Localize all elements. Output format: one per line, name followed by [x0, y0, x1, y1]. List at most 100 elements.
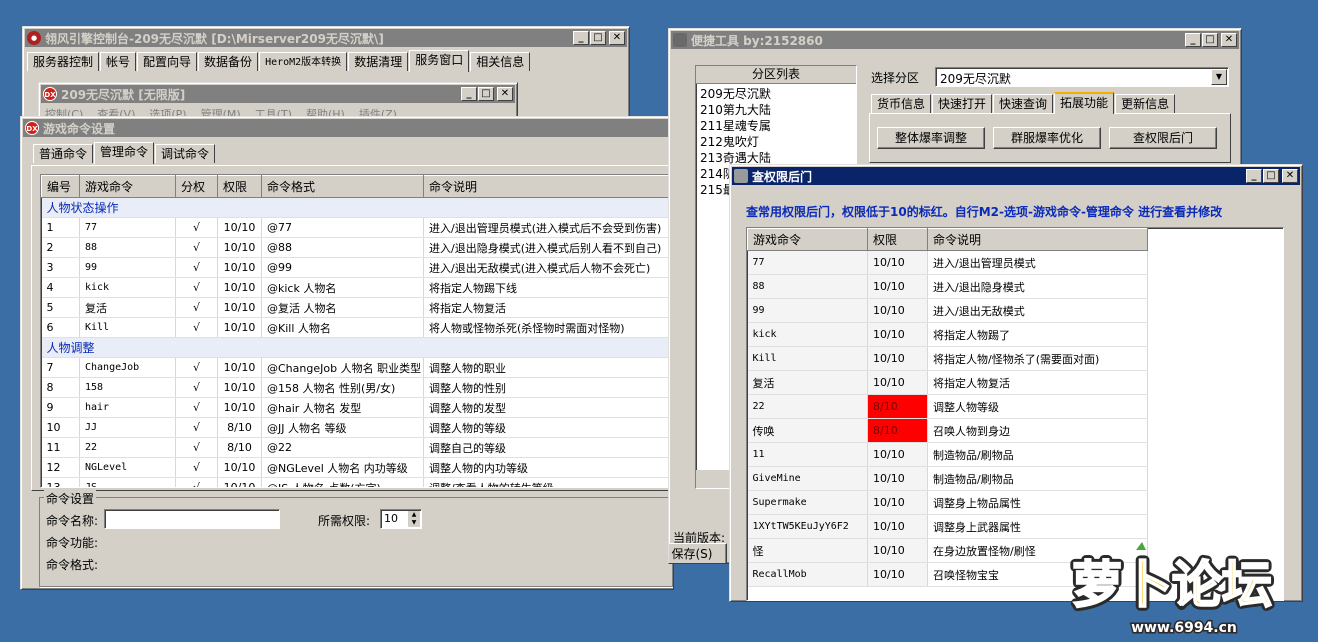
table-row[interactable]: 1XYtTW5KEuJyY6F2 10/10 调整身上武器属性	[747, 514, 1148, 539]
table-row[interactable]: 12 NGLevel √ 10/10 @NGLevel 人物名 内功等级 调整人物的内功等…	[41, 457, 669, 478]
list-item[interactable]: 212鬼吹灯	[700, 134, 852, 150]
close-button[interactable]: ✕	[1221, 33, 1237, 47]
tab-quick-query[interactable]: 快速查询	[993, 94, 1054, 113]
tab-normal-commands[interactable]: 普通命令	[33, 144, 94, 163]
tab-debug-commands[interactable]: 调试命令	[155, 144, 216, 163]
command-name-input[interactable]	[104, 509, 280, 529]
table-row[interactable]: 13 JS √ 10/10 @JS 人物名 点数(方字) 调整/查看人物的转生等级	[41, 477, 669, 487]
list-item[interactable]: 210第九大陆	[700, 102, 852, 118]
col-number[interactable]: 编号	[41, 175, 80, 198]
cell-sub-permission: √	[175, 357, 218, 378]
overall-drop-rate-button[interactable]: 整体爆率调整	[877, 127, 985, 149]
cell-description: 调整人物的职业	[423, 357, 669, 378]
col-sub-permission[interactable]: 分权	[175, 175, 218, 198]
table-row[interactable]: 99 10/10 进入/退出无敌模式	[747, 298, 1148, 323]
tab-currency-info[interactable]: 货币信息	[871, 94, 932, 113]
col-permission[interactable]: 权限	[217, 175, 262, 198]
close-button[interactable]: ✕	[1282, 169, 1298, 183]
group-drop-rate-button[interactable]: 群服爆率优化	[993, 127, 1101, 149]
table-row[interactable]: GiveMine 10/10 制造物品/刷物品	[747, 466, 1148, 491]
table-row[interactable]: 11 10/10 制造物品/刷物品	[747, 442, 1148, 467]
col-command-desc[interactable]: 命令说明	[423, 175, 669, 198]
col-permission[interactable]: 权限	[867, 228, 928, 251]
table-row[interactable]: 2 88 √ 10/10 @88 进入/退出隐身模式(进入模式后别人看不到自己)	[41, 237, 669, 258]
command-name-label: 命令名称:	[46, 514, 99, 528]
table-row[interactable]: 9 hair √ 10/10 @hair 人物名 发型 调整人物的发型	[41, 397, 669, 418]
col-command-desc[interactable]: 命令说明	[927, 228, 1148, 251]
table-row[interactable]: 复活 10/10 将指定人物复活	[747, 370, 1148, 395]
cell-sub-permission: √	[175, 417, 218, 438]
group-row[interactable]: 人物状态操作	[41, 197, 669, 218]
maximize-button[interactable]: □	[1202, 33, 1218, 47]
tab-config-wizard[interactable]: 配置向导	[137, 52, 198, 71]
table-row[interactable]: 6 Kill √ 10/10 @Kill 人物名 将人物或怪物杀死(杀怪物时需面对怪物)	[41, 317, 669, 338]
close-button[interactable]: ✕	[609, 31, 625, 45]
minimize-button[interactable]: _	[1246, 169, 1262, 183]
minimize-button[interactable]: _	[573, 31, 589, 45]
command-settings-titlebar[interactable]: DX 游戏命令设置	[23, 119, 671, 137]
cell-command: 1XYtTW5KEuJyY6F2	[747, 514, 868, 539]
table-row[interactable]: 3 99 √ 10/10 @99 进入/退出无敌模式(进入模式后人物不会死亡)	[41, 257, 669, 278]
table-row[interactable]: 77 10/10 进入/退出管理员模式	[747, 250, 1148, 275]
chevron-down-icon[interactable]: ▼	[1211, 69, 1227, 85]
tab-server-control[interactable]: 服务器控制	[27, 52, 100, 71]
required-permission-label: 所需权限:	[318, 514, 371, 528]
cell-description: 进入/退出管理员模式	[927, 250, 1148, 275]
save-button[interactable]: 保存(S)	[669, 543, 727, 563]
cell-permission: 10/10	[867, 538, 928, 563]
cell-permission: 10/10	[867, 466, 928, 491]
maximize-button[interactable]: □	[590, 31, 606, 45]
table-row[interactable]: 1 77 √ 10/10 @77 进入/退出管理员模式(进入模式后不会受到伤害)	[41, 217, 669, 238]
table-row[interactable]: 22 8/10 调整人物等级	[747, 394, 1148, 419]
console-titlebar[interactable]: ● 翎风引擎控制台-209无尽沉默 [D:\Mirserver209无尽沉默\]…	[25, 29, 627, 47]
col-game-command[interactable]: 游戏命令	[79, 175, 176, 198]
command-table-wrap: 编号 游戏命令 分权 权限 命令格式 命令说明 人物状态操作 1 77 √ 10/10 @…	[40, 174, 670, 488]
backdoor-titlebar[interactable]: 查权限后门 _ □ ✕	[732, 167, 1300, 185]
table-row[interactable]: 5 复活 √ 10/10 @复活 人物名 将指定人物复活	[41, 297, 669, 318]
tab-herom2-convert[interactable]: HeroM2版本转换	[259, 52, 348, 71]
cell-sub-permission: √	[175, 297, 218, 318]
tab-service-window[interactable]: 服务窗口	[409, 50, 470, 72]
table-row[interactable]: Kill 10/10 将指定人物/怪物杀了(需要面对面)	[747, 346, 1148, 371]
spin-up-icon[interactable]: ▲	[408, 511, 420, 519]
table-row[interactable]: 8 158 √ 10/10 @158 人物名 性别(男/女) 调整人物的性别	[41, 377, 669, 398]
command-tabs: 普通命令 管理命令 调试命令	[21, 141, 673, 164]
col-command-format[interactable]: 命令格式	[261, 175, 424, 198]
maximize-button[interactable]: □	[478, 87, 494, 101]
table-row[interactable]: 11 22 √ 8/10 @22 调整自己的等级	[41, 437, 669, 458]
m2-server-titlebar[interactable]: DX 209无尽沉默 [无限版] _ □ ✕	[41, 85, 515, 103]
table-row[interactable]: 4 kick √ 10/10 @kick 人物名 将指定人物踢下线	[41, 277, 669, 298]
table-row[interactable]: 7 ChangeJob √ 10/10 @ChangeJob 人物名 职业类型 调整人物的…	[41, 357, 669, 378]
table-row[interactable]: Supermake 10/10 调整身上物品属性	[747, 490, 1148, 515]
tab-data-cleanup[interactable]: 数据清理	[348, 52, 409, 71]
minimize-button[interactable]: _	[461, 87, 477, 101]
list-item[interactable]: 209无尽沉默	[700, 86, 852, 102]
table-row[interactable]: kick 10/10 将指定人物踢了	[747, 322, 1148, 347]
list-item[interactable]: 211星魂专属	[700, 118, 852, 134]
group-row[interactable]: 人物调整	[41, 337, 669, 358]
tab-data-backup[interactable]: 数据备份	[198, 52, 259, 71]
tab-update-info[interactable]: 更新信息	[1115, 94, 1176, 113]
table-row[interactable]: 88 10/10 进入/退出隐身模式	[747, 274, 1148, 299]
col-game-command[interactable]: 游戏命令	[747, 228, 868, 251]
cell-format: @复活 人物名	[261, 297, 424, 318]
tab-account[interactable]: 帐号	[100, 52, 137, 71]
maximize-button[interactable]: □	[1263, 169, 1279, 183]
cell-permission: 10/10	[867, 442, 928, 467]
command-format-label: 命令格式:	[46, 558, 99, 572]
tab-quick-open[interactable]: 快速打开	[932, 94, 993, 113]
close-button[interactable]: ✕	[497, 87, 513, 101]
table-row[interactable]: 10 JJ √ 8/10 @JJ 人物名 等级 调整人物的等级	[41, 417, 669, 438]
check-permission-backdoor-button[interactable]: 查权限后门	[1109, 127, 1217, 149]
table-row[interactable]: 传唤 8/10 召唤人物到身边	[747, 418, 1148, 443]
minimize-button[interactable]: _	[1185, 33, 1201, 47]
group-title: 人物调整	[41, 337, 669, 358]
tab-related-info[interactable]: 相关信息	[470, 52, 531, 71]
spin-down-icon[interactable]: ▼	[408, 519, 420, 527]
tab-admin-commands[interactable]: 管理命令	[94, 142, 155, 164]
command-settings-title: 游戏命令设置	[43, 121, 116, 136]
tab-extended-functions[interactable]: 拓展功能	[1054, 92, 1115, 114]
quick-tools-titlebar[interactable]: 便捷工具 by:2152860 _ □ ✕	[671, 31, 1239, 49]
permission-spinner[interactable]: 10 ▲ ▼	[380, 509, 422, 529]
partition-select[interactable]: 209无尽沉默 ▼	[935, 67, 1229, 87]
